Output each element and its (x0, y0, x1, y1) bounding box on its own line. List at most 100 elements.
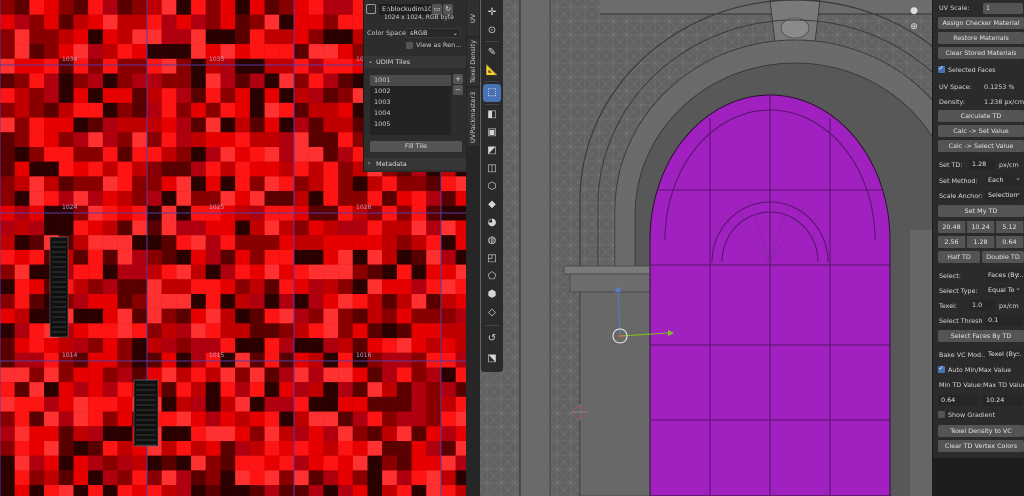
image-name-field[interactable]: E:\blockudim102... (379, 3, 431, 15)
extrude-tool-icon[interactable]: ◧ (483, 106, 501, 124)
loop-cut-tool-icon[interactable]: ◫ (483, 160, 501, 178)
assign-checker-button[interactable]: Assign Checker Material (938, 17, 1024, 29)
list-item[interactable]: 1005 (370, 119, 451, 130)
annotate-tool-icon[interactable]: ✎ (483, 44, 501, 62)
tab-uv-squares[interactable]: UV Squares (467, 0, 489, 36)
restore-materials-button[interactable]: Restore Materials (938, 32, 1024, 44)
camera-icon[interactable]: ● (907, 4, 921, 18)
uv-editor[interactable]: 1034 1035 1036 1024 1025 1026 1014 1015 … (0, 0, 466, 496)
scale-anchor-select[interactable]: Selection (985, 190, 1023, 201)
calculate-td-button[interactable]: Calculate TD (938, 110, 1024, 122)
checker-cell (73, 411, 89, 427)
cursor-tool-icon[interactable]: ✛ (483, 4, 501, 22)
move-tool-icon[interactable]: ⊙ (483, 22, 501, 40)
td-preset-button[interactable]: 0.64 (996, 236, 1024, 248)
tool-separator (485, 41, 499, 42)
select-type-select[interactable]: Equal To (985, 285, 1023, 296)
checker-cell (73, 470, 89, 486)
checker-cell (279, 73, 294, 89)
reload-icon[interactable]: ↻ (443, 3, 453, 15)
texel-density-to-vc-button[interactable]: Texel Density to VC (938, 425, 1024, 437)
bake-vc-select[interactable]: Texel (By... (985, 349, 1023, 360)
double-td-button[interactable]: Double TD (982, 251, 1024, 263)
checker-cell (308, 441, 324, 456)
set-my-td-button[interactable]: Set My TD (938, 205, 1024, 217)
view-as-render-checkbox[interactable] (406, 42, 413, 49)
checker-cell (88, 161, 103, 177)
edge-slide-tool-icon[interactable]: ◰ (483, 250, 501, 268)
checker-cell (29, 88, 45, 103)
checker-cell (323, 308, 339, 324)
inset-tool-icon[interactable]: ▣ (483, 124, 501, 142)
fill-tile-button[interactable]: Fill Tile (370, 141, 462, 152)
tab-uvpackmaster[interactable]: UVPackmaster3 (467, 88, 479, 146)
udim-tile-list[interactable]: 1001 1002 1003 1004 1005 (370, 75, 451, 135)
tab-texel-density[interactable]: Texel Density (467, 38, 479, 86)
checker-cell (191, 88, 206, 103)
poly-build-tool-icon[interactable]: ◆ (483, 196, 501, 214)
rotate-tool-icon[interactable]: ↺ (483, 330, 501, 348)
list-item[interactable]: 1001 (370, 75, 451, 86)
folder-icon[interactable]: ▭ (432, 3, 442, 15)
half-td-button[interactable]: Half TD (938, 251, 980, 263)
checker-cell (235, 441, 250, 456)
remove-tile-button[interactable]: − (453, 85, 463, 95)
select-mode-select[interactable]: Faces (By... (985, 270, 1023, 281)
checker-cell (147, 58, 162, 74)
udim-tiles-header[interactable]: ⌄ UDIM Tiles (364, 56, 466, 68)
list-item[interactable]: 1003 (370, 97, 451, 108)
checker-cell (352, 382, 368, 397)
selected-faces-checkbox[interactable] (938, 64, 945, 73)
select-thresh-field[interactable]: 0.1 (985, 315, 1023, 326)
calc-set-value-button[interactable]: Calc -> Set Value (938, 125, 1024, 137)
td-preset-button[interactable]: 1.28 (967, 236, 995, 248)
3d-viewport[interactable]: ● ⊕ (480, 0, 932, 496)
shear-tool-icon[interactable]: ⬢ (483, 286, 501, 304)
checker-cell (14, 264, 30, 280)
checker-cell (88, 455, 103, 471)
td-preset-button[interactable]: 2.56 (938, 236, 966, 248)
checker-cell (0, 470, 15, 486)
select-faces-by-td-button[interactable]: Select Faces By TD (938, 330, 1024, 342)
calc-select-value-button[interactable]: Calc -> Select Value (938, 140, 1024, 152)
checker-cell (161, 147, 177, 162)
clear-stored-button[interactable]: Clear Stored Materials (938, 47, 1024, 59)
arch-window-scene[interactable] (480, 0, 932, 496)
rip-tool-icon[interactable]: ◇ (483, 304, 501, 322)
texel-field[interactable]: 1.0 (969, 300, 995, 311)
set-method-select[interactable]: Each (985, 175, 1023, 186)
td-preset-button[interactable]: 20.48 (938, 221, 966, 233)
auto-minmax-checkbox[interactable] (938, 364, 945, 373)
list-item[interactable]: 1004 (370, 108, 451, 119)
knife-tool-icon[interactable]: ⬡ (483, 178, 501, 196)
bevel-tool-icon[interactable]: ◩ (483, 142, 501, 160)
spin-tool-icon[interactable]: ◕ (483, 214, 501, 232)
checker-cell (235, 58, 250, 74)
smooth-tool-icon[interactable]: ◍ (483, 232, 501, 250)
color-space-select[interactable]: sRGB ⌄ (406, 28, 461, 38)
checker-cell (264, 220, 280, 236)
list-item[interactable]: 1002 (370, 86, 451, 97)
checker-cell (0, 176, 15, 192)
checker-cell (0, 29, 15, 45)
metadata-header[interactable]: › Metadata (364, 158, 466, 170)
checker-cell (455, 235, 466, 250)
clear-td-vertex-colors-button[interactable]: Clear TD Vertex Colors (938, 440, 1024, 452)
uv-scale-field[interactable]: 1 (983, 3, 1023, 14)
min-td-field[interactable]: 0.64 (938, 395, 978, 406)
checker-cell (58, 117, 74, 133)
checker-cell (382, 279, 397, 294)
max-td-field[interactable]: 10.24 (983, 395, 1023, 406)
transform-tool-icon[interactable]: ⬔ (483, 350, 501, 368)
td-preset-button[interactable]: 10.24 (967, 221, 995, 233)
chevron-right-icon: › (368, 160, 371, 167)
checker-cell (176, 338, 192, 353)
set-td-field[interactable]: 1.28 (969, 159, 995, 170)
add-cube-tool-icon[interactable]: ⬚ (483, 84, 501, 102)
measure-tool-icon[interactable]: 📐 (483, 62, 501, 80)
add-tile-button[interactable]: + (453, 74, 463, 84)
td-preset-button[interactable]: 5.12 (996, 221, 1024, 233)
show-gradient-checkbox[interactable] (938, 411, 945, 418)
shrink-tool-icon[interactable]: ⬠ (483, 268, 501, 286)
grid-view-icon[interactable]: ⊕ (907, 20, 921, 34)
